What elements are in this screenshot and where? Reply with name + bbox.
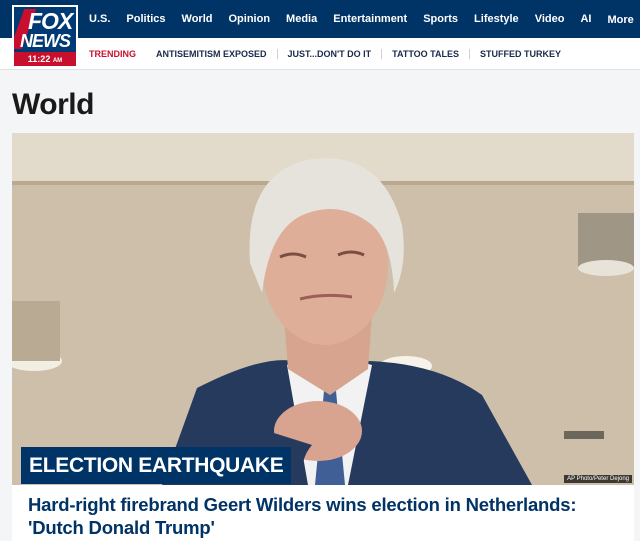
trending-bar: TRENDING ANTISEMITISM EXPOSED JUST...DON… [0,38,640,70]
headline-container: Hard-right firebrand Geert Wilders wins … [12,485,634,541]
hero-photo-illustration [12,133,634,485]
trending-item[interactable]: JUST...DON'T DO IT [278,49,383,59]
logo-time-ampm: AM [52,58,63,64]
nav-item-politics[interactable]: Politics [126,13,165,25]
nav-item-media[interactable]: Media [286,13,317,25]
hero-kicker[interactable]: ELECTION EARTHQUAKE [21,447,292,484]
nav-item-lifestyle[interactable]: Lifestyle [474,13,519,25]
nav-item-video[interactable]: Video [535,13,565,25]
nav-item-us[interactable]: U.S. [89,13,110,25]
logo-line-2: NEWS [20,31,71,51]
photo-credit: AP Photo/Peter Dejong [564,475,632,483]
nav-item-ai[interactable]: AI [580,13,591,25]
top-nav-bar: FOX NEWS 11:22 AM U.S. Politics World Op… [0,0,640,68]
hero-image[interactable]: AP Photo/Peter Dejong [12,133,634,485]
nav-item-sports[interactable]: Sports [423,13,458,25]
nav-item-world[interactable]: World [182,13,213,25]
trending-item[interactable]: ANTISEMITISM EXPOSED [146,49,278,59]
nav-more-button[interactable]: More ⋮ [607,13,640,26]
fox-news-logo[interactable]: FOX NEWS 11:22 AM [12,5,78,68]
trending-item[interactable]: TATTOO TALES [382,49,470,59]
nav-item-entertainment[interactable]: Entertainment [333,13,407,25]
hero-headline-link[interactable]: Hard-right firebrand Geert Wilders wins … [28,493,628,539]
nav-item-opinion[interactable]: Opinion [229,13,271,25]
logo-time-value: 11:22 [27,54,51,64]
trending-list: TRENDING ANTISEMITISM EXPOSED JUST...DON… [89,38,571,70]
trending-item[interactable]: STUFFED TURKEY [470,49,571,59]
main-nav: U.S. Politics World Opinion Media Entert… [89,0,640,38]
page-title: World [12,88,94,121]
logo-time: 11:22 AM [14,52,76,66]
trending-label: TRENDING [89,49,136,59]
